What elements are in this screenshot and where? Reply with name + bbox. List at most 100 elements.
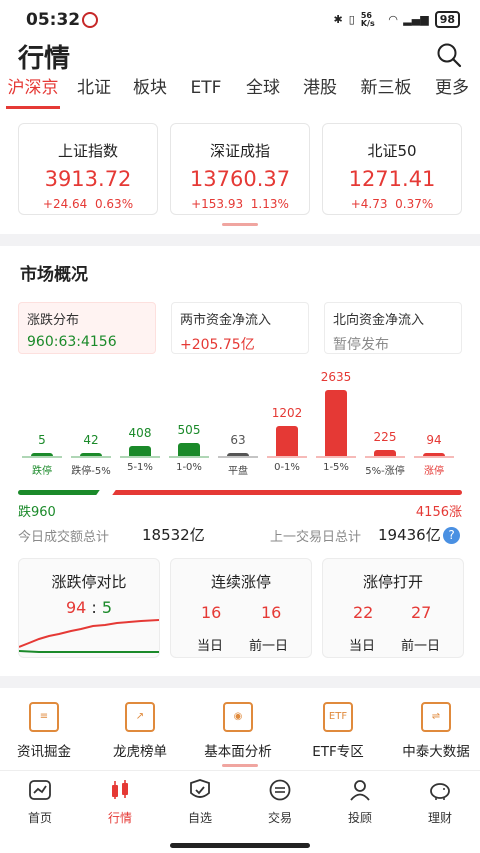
distribution-chart: 5 跌停 42 跌停-5% 408 5-1% 505 1-0% 63 平盘 1202 0-1% 2635… (0, 246, 480, 486)
shortcut-fundamentals[interactable]: ◉ 基本面分析 (190, 702, 286, 760)
nav-label: 理财 (427, 811, 452, 825)
distribution-baseline (316, 456, 356, 458)
distribution-label: 5-1% (127, 462, 153, 473)
broken-today: 22 (353, 603, 374, 622)
limit-ratio: 94 : 5 (19, 598, 159, 617)
nav-market[interactable]: 行情 (80, 779, 160, 826)
limit-compare-card[interactable]: 涨跌停对比 94 : 5 (18, 558, 160, 658)
home-indicator (170, 843, 310, 848)
shortcut-big-data[interactable]: ⇌ 中泰大数据 (388, 702, 480, 760)
exchange-icon (269, 779, 291, 801)
distribution-label: 1-0% (176, 462, 202, 473)
card-title: 涨跌停对比 (51, 573, 127, 591)
network-speed: 56 K/s (360, 10, 375, 28)
bluetooth-icon: ✱ (333, 13, 343, 26)
limit-up-count: 94 (65, 598, 87, 617)
index-change-pct: 0.63% (94, 197, 134, 211)
distribution-bar (325, 390, 347, 456)
search-icon[interactable] (436, 42, 462, 68)
distribution-baseline (169, 456, 209, 458)
status-icons: ✱ ▯ 56 K/s ◠ ▂▄▆ 98 (334, 11, 460, 28)
index-value: 3913.72 (44, 167, 132, 191)
shortcut-label: 龙虎榜单 (113, 744, 167, 760)
down-count: 跌960 (18, 505, 56, 520)
tab-bankuai[interactable]: 板块 (122, 74, 178, 106)
distribution-label: 0-1% (274, 462, 300, 473)
continuous-limit-card[interactable]: 连续涨停 16 16 当日 前一日 (170, 558, 312, 658)
shortcut-dragon-tiger[interactable]: ↗ 龙虎榜单 (92, 702, 188, 760)
nav-label: 首页 (27, 811, 52, 825)
help-icon[interactable]: ? (443, 527, 460, 544)
index-change-value: +24.64 (42, 197, 88, 211)
index-value: 1271.41 (348, 167, 436, 191)
signal-icon: ▂▄▆ (403, 13, 429, 26)
distribution-bar (129, 446, 151, 456)
distribution-value: 5 (38, 433, 46, 447)
nav-advisor[interactable]: 投顾 (320, 779, 400, 826)
status-time: 05:32 (26, 10, 81, 30)
broken-limit-card[interactable]: 涨停打开 22 27 当日 前一日 (322, 558, 464, 658)
piggy-bank-icon (430, 783, 450, 800)
etf-icon: ETF (323, 702, 353, 732)
index-card[interactable]: 深证成指 13760.37 +153.93 1.13% (170, 123, 310, 215)
bottom-nav: 首页 行情 自选 交易 投顾 理财 (0, 770, 480, 853)
index-card[interactable]: 北证50 1271.41 +4.73 0.37% (322, 123, 462, 215)
today-turnover-label: 今日成交额总计 (18, 530, 110, 545)
card-title: 涨停打开 (362, 573, 423, 591)
tab-etf[interactable]: ETF (178, 74, 234, 106)
scroll-indicator (222, 223, 258, 226)
nav-watchlist[interactable]: 自选 (160, 779, 240, 826)
index-change-pct: 1.13% (250, 197, 289, 211)
index-name: 上证指数 (57, 142, 118, 160)
tab-more[interactable]: 更多 (424, 74, 480, 106)
index-name: 北证50 (367, 142, 417, 160)
distribution-label: 跌停-5% (71, 466, 111, 477)
distribution-bar (178, 443, 200, 456)
tab-xinsanban[interactable]: 新三板 (348, 74, 424, 106)
distribution-label: 1-5% (323, 462, 349, 473)
distribution-baseline (22, 456, 62, 458)
tab-ganggu[interactable]: 港股 (292, 74, 348, 106)
nav-label: 交易 (267, 811, 292, 825)
broken-prev-label: 前一日 (401, 639, 441, 654)
check-shield-icon (190, 779, 210, 798)
tab-quanqiu[interactable]: 全球 (234, 74, 292, 106)
up-count: 4156涨 (415, 505, 462, 520)
shortcut-etf-zone[interactable]: ETF ETF专区 (290, 702, 386, 760)
tab-hushenjing[interactable]: 沪深京 (0, 74, 66, 106)
index-card[interactable]: 上证指数 3913.72 +24.64 0.63% (18, 123, 158, 215)
index-name: 深证成指 (209, 142, 270, 160)
page-title: 行情 (18, 44, 71, 74)
market-tabs: 沪深京 北证 板块 ETF 全球 港股 新三板 更多 (0, 74, 480, 106)
market-overview: 市场概况 涨跌分布 960:63:4156 两市资金净流入 +205.75亿 北… (0, 246, 480, 676)
index-change: +4.73 0.37% (323, 197, 461, 211)
candlestick-icon (112, 780, 128, 799)
tab-active-indicator (6, 106, 60, 109)
distribution-value: 42 (83, 433, 99, 447)
distribution-baseline (267, 456, 307, 458)
nav-trade[interactable]: 交易 (240, 779, 320, 826)
app-notification-icon (82, 12, 98, 28)
down-ratio-bar (18, 490, 100, 495)
user-icon (350, 780, 370, 801)
data-flow-icon: ⇌ (421, 702, 451, 732)
nav-home[interactable]: 首页 (0, 779, 80, 826)
distribution-bar (276, 426, 298, 456)
trend-up-icon: ↗ (125, 702, 155, 732)
battery-icon: 98 (434, 11, 460, 28)
up-ratio-bar (112, 490, 462, 495)
distribution-value: 1202 (271, 406, 303, 420)
nav-label: 投顾 (347, 811, 372, 825)
vibrate-icon: ▯ (348, 13, 355, 26)
index-value: 13760.37 (189, 167, 291, 191)
distribution-label: 涨停 (424, 466, 444, 477)
index-cards: 上证指数 3913.72 +24.64 0.63% 深证成指 13760.37 … (0, 111, 480, 234)
tab-beizheng[interactable]: 北证 (66, 74, 122, 106)
shortcut-news[interactable]: ≡ 资讯掘金 (0, 702, 92, 760)
chart-line-icon (29, 780, 51, 800)
index-change-value: +153.93 (191, 197, 244, 211)
distribution-value: 225 (373, 430, 397, 444)
continuous-prev: 16 (261, 603, 282, 622)
distribution-baseline (218, 456, 258, 458)
nav-wealth[interactable]: 理财 (400, 779, 480, 826)
